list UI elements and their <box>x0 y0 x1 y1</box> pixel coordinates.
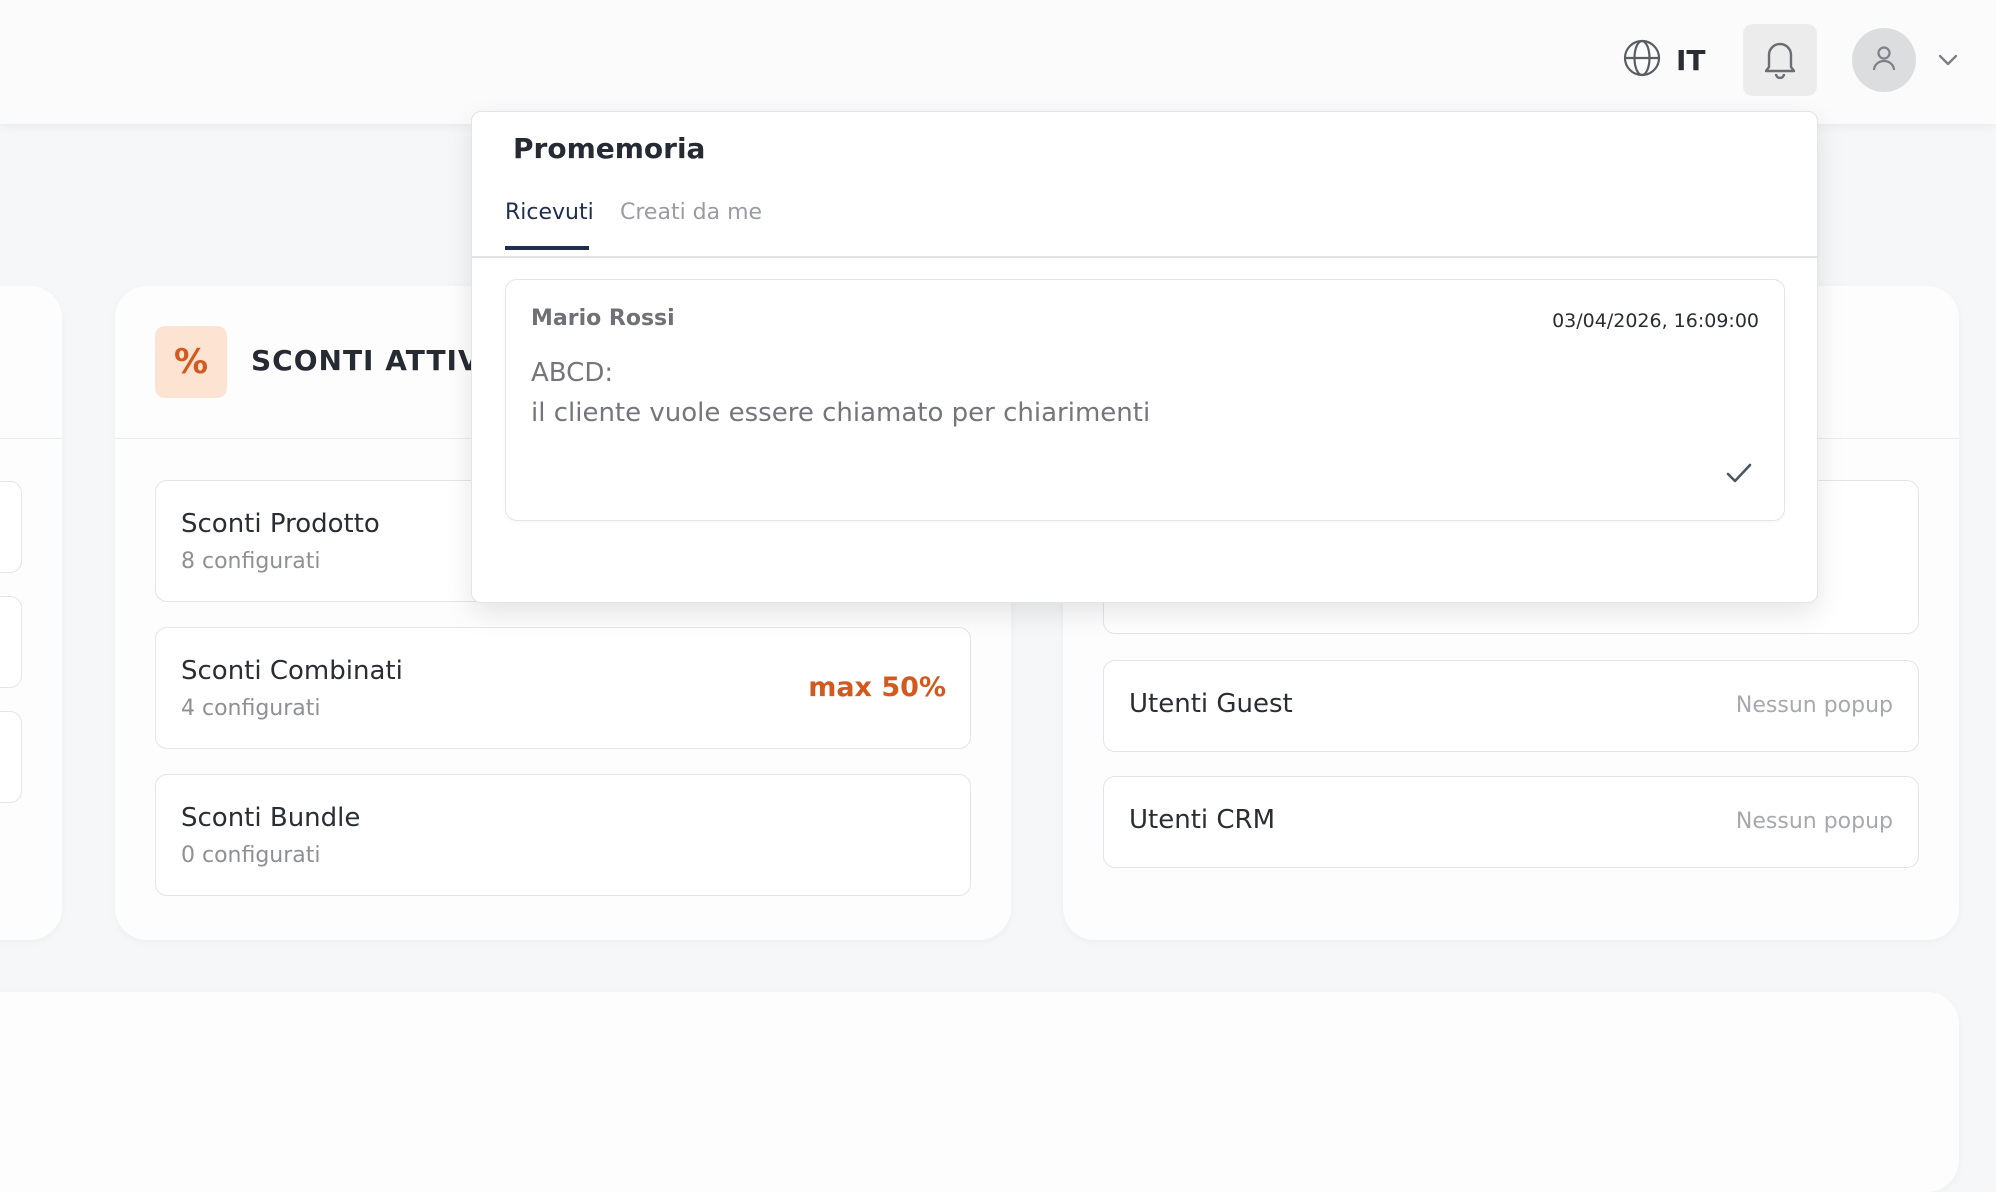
reminder-timestamp: 03/04/2026, 16:09:00 <box>1552 310 1759 332</box>
popup-row-title: Utenti CRM <box>1129 805 1276 835</box>
discount-row-count: 8 configurati <box>181 549 321 574</box>
globe-icon <box>1622 38 1662 82</box>
discount-row-count: 4 configurati <box>181 696 321 721</box>
tab-created-by-me[interactable]: Creati da me <box>620 200 762 225</box>
user-icon <box>1869 43 1899 77</box>
left-card <box>0 286 62 940</box>
language-code: IT <box>1676 43 1706 77</box>
top-bar: IT <box>0 0 1996 124</box>
discount-row-bundle[interactable]: Sconti Bundle 0 configurati <box>155 774 971 896</box>
card-title: SCONTI ATTIVI <box>251 344 493 377</box>
popup-row-crm-users[interactable]: Utenti CRM Nessun popup <box>1103 776 1919 868</box>
reminder-item[interactable]: Mario Rossi 03/04/2026, 16:09:00 ABCD: i… <box>505 279 1785 521</box>
percent-icon: % <box>155 326 227 398</box>
reminder-subject: ABCD: <box>531 358 614 388</box>
card-divider <box>0 438 62 439</box>
discount-row-title: Sconti Combinati <box>181 656 403 686</box>
popup-row-guest-users[interactable]: Utenti Guest Nessun popup <box>1103 660 1919 752</box>
language-selector[interactable]: IT <box>1622 38 1706 82</box>
left-card-row[interactable] <box>0 596 22 688</box>
discount-row-combined[interactable]: Sconti Combinati 4 configurati max 50% <box>155 627 971 749</box>
notifications-button[interactable] <box>1743 24 1817 96</box>
bell-icon <box>1761 37 1799 83</box>
discount-row-title: Sconti Prodotto <box>181 509 380 539</box>
check-icon[interactable] <box>1724 458 1754 488</box>
reminder-message: il cliente vuole essere chiamato per chi… <box>531 398 1151 428</box>
user-avatar-button[interactable] <box>1852 28 1916 92</box>
reminders-panel: Promemoria Ricevuti Creati da me Mario R… <box>471 111 1818 603</box>
discount-row-count: 0 configurati <box>181 843 321 868</box>
tab-received[interactable]: Ricevuti <box>505 200 594 225</box>
left-card-row[interactable] <box>0 711 22 803</box>
max-discount-badge: max 50% <box>808 672 946 703</box>
left-card-row[interactable] <box>0 481 22 573</box>
discount-row-title: Sconti Bundle <box>181 803 361 833</box>
popup-row-title: Utenti Guest <box>1129 689 1293 719</box>
popup-row-status: Nessun popup <box>1735 693 1893 718</box>
chevron-down-icon[interactable] <box>1935 48 1961 72</box>
reminders-title: Promemoria <box>513 132 706 165</box>
reminder-author: Mario Rossi <box>531 306 675 331</box>
bottom-card <box>0 992 1959 1192</box>
active-tab-indicator <box>505 246 589 250</box>
popup-row-status: Nessun popup <box>1735 809 1893 834</box>
reminders-tabs: Ricevuti Creati da me <box>472 194 1817 258</box>
